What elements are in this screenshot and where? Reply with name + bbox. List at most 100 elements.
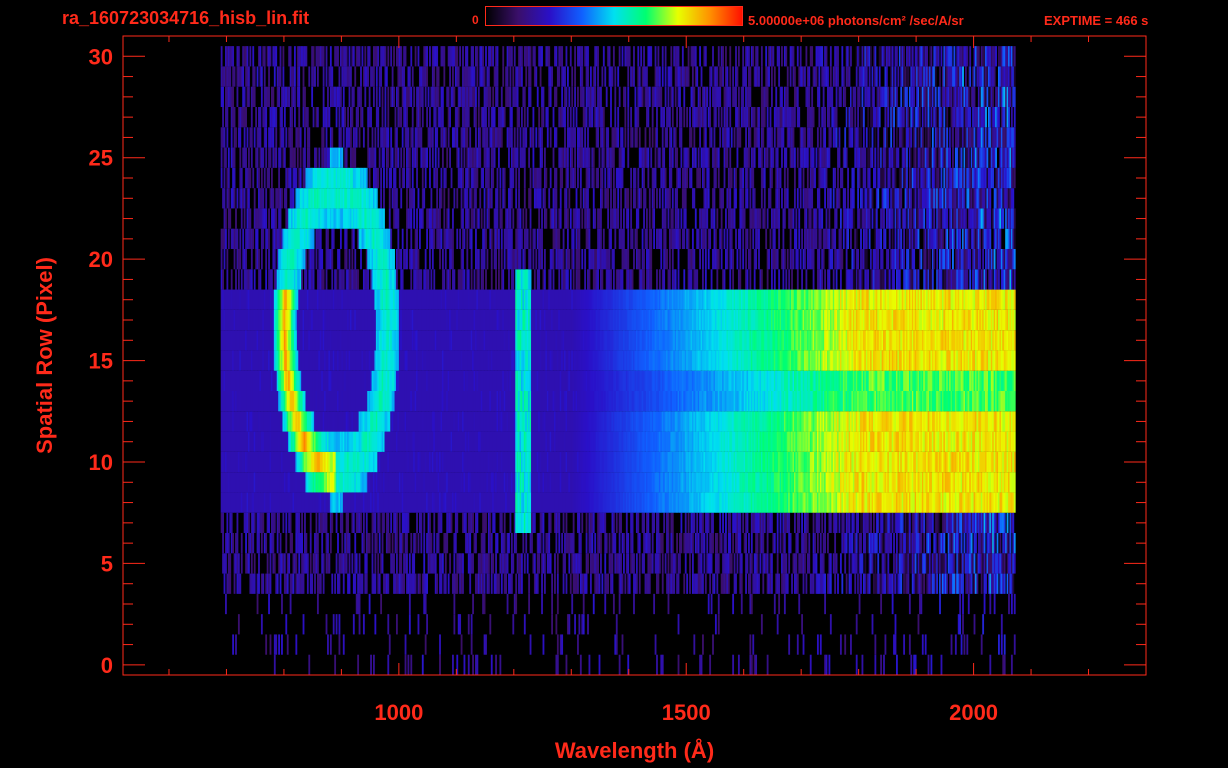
heatmap-cell xyxy=(804,553,806,574)
heatmap-cell xyxy=(227,533,230,554)
heatmap-cell xyxy=(788,512,791,533)
heatmap-cell xyxy=(921,634,924,655)
heatmap-cell xyxy=(463,654,466,675)
heatmap-cell xyxy=(565,573,568,594)
heatmap-cell xyxy=(262,512,265,533)
heatmap-cell xyxy=(691,553,694,574)
heatmap-cell xyxy=(623,533,625,554)
heatmap-cell xyxy=(510,573,513,594)
heatmap-cell xyxy=(1013,451,1016,473)
heatmap-cell xyxy=(572,512,575,533)
heatmap-cell xyxy=(615,614,618,635)
heatmap-cell xyxy=(740,553,743,574)
heatmap-cell xyxy=(528,593,531,615)
heatmap-cell xyxy=(245,533,247,554)
heatmap-cell xyxy=(378,533,381,554)
heatmap-cell xyxy=(417,533,420,554)
heatmap-cell xyxy=(260,614,263,635)
heatmap-cell xyxy=(351,553,354,574)
heatmap-cell xyxy=(395,512,398,533)
heatmap-cell xyxy=(702,634,704,655)
heatmap-cell xyxy=(469,573,472,594)
heatmap-cell xyxy=(1013,472,1016,493)
heatmap-cell xyxy=(253,553,256,574)
heatmap-cell xyxy=(783,593,786,615)
heatmap-cell xyxy=(564,553,566,574)
heatmap-cell xyxy=(776,512,779,533)
heatmap-cell xyxy=(827,533,829,554)
heatmap-cell xyxy=(635,553,638,574)
heatmap-cell xyxy=(621,573,624,594)
heatmap-cell xyxy=(716,573,719,594)
heatmap-cell xyxy=(860,533,862,554)
heatmap-cell xyxy=(653,512,656,533)
heatmap-cell xyxy=(315,512,318,533)
heatmap-cell xyxy=(818,512,821,533)
heatmap-cell xyxy=(824,512,826,533)
heatmap-cell xyxy=(837,573,839,594)
heatmap-cell xyxy=(950,634,953,655)
heatmap-cell xyxy=(551,593,554,615)
heatmap-cell xyxy=(973,553,976,574)
heatmap-cell xyxy=(378,512,381,533)
heatmap-cell xyxy=(884,634,887,655)
heatmap-cell xyxy=(444,573,447,594)
heatmap-cell xyxy=(592,512,595,533)
heatmap-cell xyxy=(880,593,883,615)
heatmap-cell xyxy=(548,533,551,554)
heatmap-cell xyxy=(914,553,917,574)
heatmap-cell xyxy=(657,573,660,594)
heatmap-cell xyxy=(689,573,691,594)
heatmap-cell xyxy=(276,533,279,554)
heatmap-cell xyxy=(712,634,714,655)
heatmap-cell xyxy=(235,634,237,655)
heatmap-cell xyxy=(512,553,515,574)
heatmap-cell xyxy=(1008,593,1010,615)
heatmap-cell xyxy=(620,553,622,574)
heatmap-cell xyxy=(736,553,739,574)
heatmap-cell xyxy=(684,512,687,533)
heatmap-cell xyxy=(434,553,437,574)
heatmap-cell xyxy=(302,573,305,594)
heatmap-cell xyxy=(538,553,541,574)
heatmap-cell xyxy=(661,533,664,554)
heatmap-cell xyxy=(908,512,911,533)
heatmap-cell xyxy=(578,614,581,635)
heatmap-cell xyxy=(970,533,973,554)
heatmap-cell xyxy=(737,654,740,675)
heatmap-cell xyxy=(378,573,381,594)
heatmap-cell xyxy=(278,634,281,655)
heatmap-cell xyxy=(579,533,582,554)
heatmap-cell xyxy=(816,533,819,554)
heatmap-cell xyxy=(395,614,398,635)
heatmap-cell xyxy=(674,553,677,574)
heatmap-cell xyxy=(426,573,428,594)
heatmap-cell xyxy=(786,573,789,594)
heatmap-cell xyxy=(648,573,651,594)
heatmap-cell xyxy=(498,573,500,594)
heatmap-cell xyxy=(269,634,272,655)
heatmap-cell xyxy=(689,553,691,574)
heatmap-cell xyxy=(966,634,969,655)
heatmap-cell xyxy=(381,533,384,554)
heatmap-cell xyxy=(1003,573,1006,594)
heatmap-cell xyxy=(944,553,947,574)
heatmap-cell xyxy=(520,573,523,594)
heatmap-cell xyxy=(543,573,546,594)
heatmap-cell xyxy=(719,512,722,533)
heatmap-cell xyxy=(667,533,670,554)
heatmap-cell xyxy=(673,573,676,594)
heatmap-cell xyxy=(628,573,631,594)
heatmap-cell xyxy=(456,512,459,533)
heatmap-cell xyxy=(360,512,362,533)
heatmap-cell xyxy=(852,512,855,533)
heatmap-cell xyxy=(796,634,799,655)
heatmap-cell xyxy=(835,553,838,574)
heatmap-cell xyxy=(233,573,236,594)
heatmap-cell xyxy=(316,553,319,574)
heatmap-cell xyxy=(302,614,305,635)
heatmap-cell xyxy=(1003,512,1006,533)
heatmap-cell xyxy=(325,512,328,533)
heatmap-cell xyxy=(671,533,674,554)
heatmap-cell xyxy=(568,614,571,635)
